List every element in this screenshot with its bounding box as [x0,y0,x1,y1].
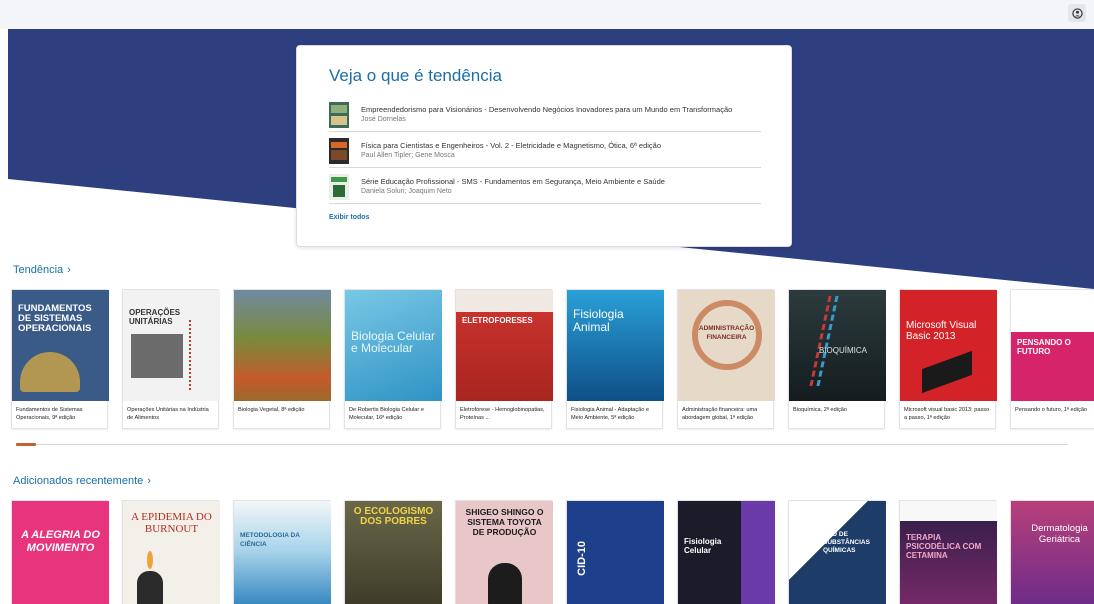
book-cover: Dermatologia Geriátrica [1011,501,1094,604]
book-cover-title: A EPIDEMIA DO BURNOUT [131,511,212,535]
book-cover: Fisiologia Animal [567,290,664,401]
book-card[interactable]: SHIGEO SHINGO O SISTEMA TOYOTA DE PRODUÇ… [455,500,553,604]
book-cover: A ALEGRIA DO MOVIMENTO [12,501,109,604]
page: Veja o que é tendência Empreendedorismo … [0,0,1094,604]
book-title: Biologia Vegetal, 8ª edição [238,407,305,413]
book-card[interactable]: Biologia Vegetal, 8ª edição [233,289,331,429]
book-card[interactable]: ELETROFORESES Eletroforese - Hemoglobino… [455,289,553,429]
book-cover: Biologia Celular e Molecular [345,290,442,401]
book-card[interactable]: A ALEGRIA DO MOVIMENTO [11,500,109,604]
book-cover-title: Fisiologia Celular [684,537,722,555]
book-card[interactable]: Microsoft Visual Basic 2013 Microsoft vi… [899,289,997,429]
trending-item[interactable]: Física para Cientistas e Engenheiros - V… [329,134,761,168]
trending-item-title: Empreendedorismo para Visionários - Dese… [361,104,733,114]
book-cover: O ECOLOGISMO DOS POBRES [345,501,442,604]
book-cover-title: SHIGEO SHINGO O SISTEMA TOYOTA DE PRODUÇ… [465,507,544,537]
book-card[interactable]: OPERAÇÕES UNITÁRIAS Operações Unitárias … [122,289,220,429]
book-card[interactable]: Biologia Celular e Molecular De Robertis… [344,289,442,429]
book-cover: SHIGEO SHINGO O SISTEMA TOYOTA DE PRODUÇ… [456,501,553,604]
top-bar [0,0,1094,29]
book-cover: A EPIDEMIA DO BURNOUT [123,501,220,604]
book-cover-title: PENSANDO O FUTURO [1017,338,1071,356]
book-card[interactable]: A EPIDEMIA DO BURNOUT [122,500,220,604]
trending-item-author: Daniela Soluri; Joaquim Neto [361,187,452,195]
book-cover-title: CID-10 [576,541,588,576]
book-cover: ELETROFORESES [456,290,553,401]
book-title: Bioquímica, 2ª edição [793,407,847,413]
book-cover-title: Microsoft Visual Basic 2013 [906,320,977,342]
book-cover-title: ELETROFORESES [462,316,533,325]
book-cover: PENSANDO O FUTURO [1011,290,1094,401]
trending-item-title: Física para Cientistas e Engenheiros - V… [361,140,662,150]
trending-book-row: FUNDAMENTOS DE SISTEMAS OPERACIONAIS Fun… [11,289,1094,429]
section-title-label: Adicionados recentemente [13,475,144,487]
book-card[interactable]: Fisiologia Celular [677,500,775,604]
book-cover: Fisiologia Celular [678,501,775,604]
book-cover-title: ADMINISTRAÇÃO FINANCEIRA [698,325,755,341]
book-card[interactable]: PENSANDO O FUTURO Pensando o futuro, 1ª … [1010,289,1094,429]
book-card[interactable]: ADMINISTRAÇÃO FINANCEIRA Administração f… [677,289,775,429]
book-title: Pensando o futuro, 1ª edição [1015,407,1088,413]
book-card[interactable]: Fisiologia Animal Fisiologia Animal - Ad… [566,289,664,429]
book-card[interactable]: BIOQUÍMICA Bioquímica, 2ª edição [788,289,886,429]
book-title: Operações Unitárias na Indústria de Alim… [127,407,209,421]
book-card[interactable]: O ECOLOGISMO DOS POBRES [344,500,442,604]
book-cover-title: METODOLOGIA DA CIÊNCIA [240,532,300,548]
book-cover-title: FUNDAMENTOS DE SISTEMAS OPERACIONAIS [18,303,92,334]
trending-card: Veja o que é tendência Empreendedorismo … [296,45,792,247]
book-thumbnail [329,173,349,200]
book-cover: OPERAÇÕES UNITÁRIAS [123,290,220,401]
book-title: Fundamentos de Sistemas Operacionais, 9ª… [16,407,83,421]
trending-item-author: José Dornelas [361,115,406,123]
book-card[interactable]: FUNDAMENTOS DE SISTEMAS OPERACIONAIS Fun… [11,289,109,429]
book-cover-title: Dermatologia Geriátrica [1031,523,1088,545]
book-card[interactable]: USO DE SUBSTÂNCIAS QUÍMICAS [788,500,886,604]
book-cover-title: TERAPIA PSICODÉLICA COM CETAMINA [906,533,982,560]
view-all-link[interactable]: Exibir todos [329,214,759,221]
section-title-recent[interactable]: Adicionados recentemente › [13,475,151,487]
account-button[interactable] [1068,4,1086,22]
trending-item-author: Paul Allen Tipler; Gene Mosca [361,151,455,159]
account-circle-icon [1071,7,1083,19]
trending-item[interactable]: Empreendedorismo para Visionários - Dese… [329,98,761,132]
book-cover: USO DE SUBSTÂNCIAS QUÍMICAS [789,501,886,604]
book-cover-title: Fisiologia Animal [573,307,624,334]
book-cover-title: O ECOLOGISMO DOS POBRES [353,506,434,527]
chevron-right-icon: › [147,475,151,487]
book-cover: TERAPIA PSICODÉLICA COM CETAMINA [900,501,997,604]
book-thumbnail [329,101,349,128]
chevron-right-icon: › [67,264,71,276]
trending-card-title: Veja o que é tendência [329,66,502,85]
book-card[interactable]: CID-10 [566,500,664,604]
book-cover: Microsoft Visual Basic 2013 [900,290,997,401]
section-title-label: Tendência [13,264,64,276]
book-title: Fisiologia Animal - Adaptação e Meio Amb… [571,407,650,421]
carousel-scroll-track[interactable] [16,444,1068,445]
recent-book-row: A ALEGRIA DO MOVIMENTO A EPIDEMIA DO BUR… [11,500,1094,604]
book-cover-title: Biologia Celular e Molecular [351,329,436,355]
section-title-trending[interactable]: Tendência › [13,264,71,276]
book-cover-title: A ALEGRIA DO MOVIMENTO [21,529,100,554]
book-cover: METODOLOGIA DA CIÊNCIA [234,501,331,604]
trending-item-title: Série Educação Profissional - SMS - Fund… [361,176,665,186]
book-cover [234,290,331,401]
book-thumbnail [329,137,349,164]
book-title: Administração financeira: uma abordagem … [682,407,758,421]
book-title: Eletroforese - Hemoglobinopatias, Proteí… [460,407,545,421]
book-cover: ADMINISTRAÇÃO FINANCEIRA [678,290,775,401]
carousel-scroll-thumb[interactable] [16,443,36,446]
book-title: De Robertis Biologia Celular e Molecular… [349,407,424,421]
book-card[interactable]: Dermatologia Geriátrica [1010,500,1094,604]
book-cover: BIOQUÍMICA [789,290,886,401]
book-cover-title: BIOQUÍMICA [819,346,868,355]
trending-item[interactable]: Série Educação Profissional - SMS - Fund… [329,170,761,204]
book-cover: FUNDAMENTOS DE SISTEMAS OPERACIONAIS [12,290,109,401]
book-card[interactable]: METODOLOGIA DA CIÊNCIA [233,500,331,604]
book-title: Microsoft visual basic 2013: passo a pas… [904,407,990,421]
book-cover: CID-10 [567,501,664,604]
book-cover-title: USO DE SUBSTÂNCIAS QUÍMICAS [823,531,870,554]
book-card[interactable]: TERAPIA PSICODÉLICA COM CETAMINA [899,500,997,604]
